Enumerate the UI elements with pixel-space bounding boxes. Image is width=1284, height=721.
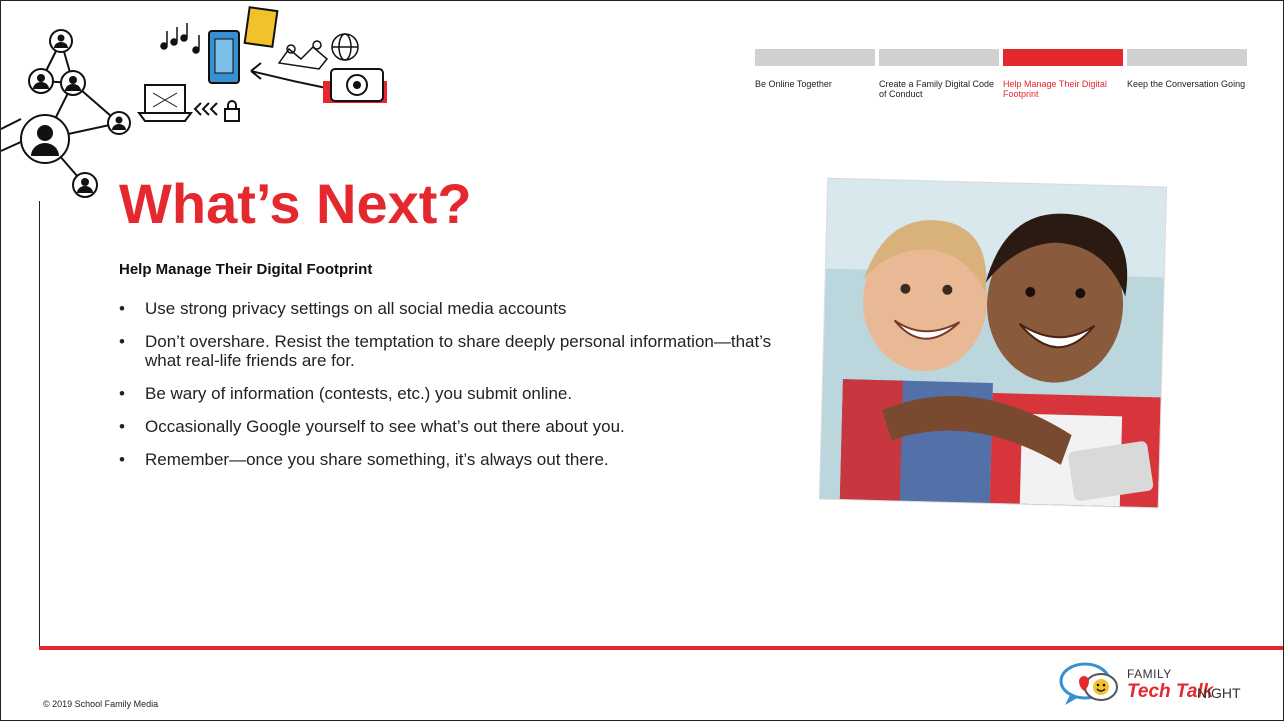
footer-divider bbox=[39, 646, 1283, 650]
bullet-icon: • bbox=[119, 299, 125, 318]
bullet-icon: • bbox=[119, 417, 125, 436]
map-pins-icon bbox=[277, 40, 329, 70]
list-item-text: Remember—once you share something, it’s … bbox=[145, 450, 609, 469]
bullet-icon: • bbox=[119, 384, 125, 403]
lock-icon bbox=[224, 100, 240, 122]
list-item-text: Be wary of information (contests, etc.) … bbox=[145, 384, 573, 403]
progress-bar-step-2 bbox=[879, 49, 999, 66]
globe-icon bbox=[331, 33, 359, 61]
bullet-icon: • bbox=[119, 332, 125, 351]
nav-step-label: Create a Family Digital Code of Conduct bbox=[879, 79, 995, 99]
laptop-icon bbox=[137, 84, 193, 122]
tablet-icon bbox=[208, 6, 279, 84]
progress-bar-step-4 bbox=[1127, 49, 1247, 66]
bullet-list: • Use strong privacy settings on all soci… bbox=[117, 299, 777, 483]
list-item: • Be wary of information (contests, etc.)… bbox=[117, 384, 777, 403]
slide: Be Online Together Create a Family Digit… bbox=[0, 0, 1284, 721]
section-subtitle: Help Manage Their Digital Footprint bbox=[119, 261, 373, 278]
bullet-icon: • bbox=[119, 450, 125, 469]
nav-step-label: Keep the Conversation Going bbox=[1127, 79, 1246, 89]
copyright-text: © 2019 School Family Media bbox=[43, 699, 159, 709]
list-item-text: Don’t overshare. Resist the temptation t… bbox=[145, 332, 772, 370]
kids-selfie-photo bbox=[819, 178, 1167, 508]
nav-step-label-active: Help Manage Their Digital Footprint bbox=[1003, 79, 1107, 99]
slide-title: What’s Next? bbox=[119, 172, 472, 235]
list-item-text: Occasionally Google yourself to see what… bbox=[145, 417, 625, 436]
progress-bar-step-1 bbox=[755, 49, 875, 66]
camera-icon bbox=[323, 68, 387, 103]
list-item: • Remember—once you share something, it’s… bbox=[117, 450, 777, 469]
speech-bubbles-icon bbox=[1059, 662, 1118, 705]
list-item: • Don’t overshare. Resist the temptation … bbox=[117, 332, 777, 370]
section-progress-nav: Be Online Together Create a Family Digit… bbox=[755, 49, 1251, 99]
list-item: • Use strong privacy settings on all soci… bbox=[117, 299, 777, 318]
logo-family-text: FAMILY bbox=[1127, 667, 1172, 681]
list-item: • Occasionally Google yourself to see wha… bbox=[117, 417, 777, 436]
music-notes-icon bbox=[160, 23, 200, 54]
list-item-text: Use strong privacy settings on all socia… bbox=[145, 299, 567, 318]
left-divider bbox=[39, 201, 40, 648]
nav-step-label: Be Online Together bbox=[755, 79, 832, 89]
family-tech-talk-night-logo: FAMILY Tech Talk NIGHT bbox=[1059, 659, 1269, 709]
logo-night-text: NIGHT bbox=[1197, 685, 1241, 701]
progress-bar-step-3 bbox=[1003, 49, 1123, 66]
